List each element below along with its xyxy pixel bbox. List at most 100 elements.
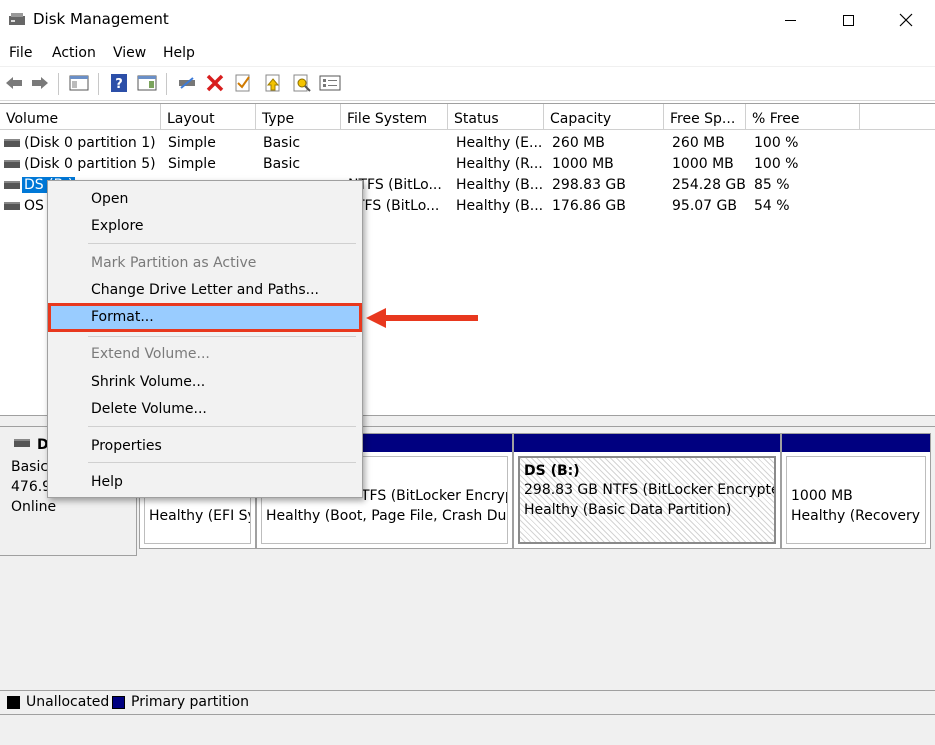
cell-capacity: 1000 MB bbox=[552, 156, 614, 172]
menu-help[interactable]: Help bbox=[163, 45, 195, 61]
cell-volume: (Disk 0 partition 5) bbox=[24, 156, 156, 172]
partition-recovery[interactable]: 1000 MB Healthy (Recovery P bbox=[781, 433, 931, 549]
maximize-button[interactable] bbox=[819, 0, 877, 40]
back-button[interactable] bbox=[3, 72, 25, 94]
legend: Unallocated Primary partition bbox=[0, 690, 935, 715]
close-icon bbox=[899, 13, 913, 27]
partition-filesystem: TFS (BitLocker Encrypte bbox=[361, 488, 507, 504]
context-menu-change-drive-letter[interactable]: Change Drive Letter and Paths... bbox=[48, 277, 362, 304]
context-menu-properties[interactable]: Properties bbox=[48, 433, 362, 460]
check-button[interactable] bbox=[232, 72, 254, 94]
minimize-button[interactable] bbox=[761, 0, 819, 40]
column-header-status[interactable]: Status bbox=[448, 104, 544, 130]
cell-capacity: 176.86 GB bbox=[552, 198, 626, 214]
disk-state: Online bbox=[11, 499, 57, 515]
title-bar: Disk Management bbox=[0, 0, 935, 40]
cell-free-space: 95.07 GB bbox=[672, 198, 737, 214]
window-title: Disk Management bbox=[33, 10, 169, 28]
delete-button[interactable] bbox=[204, 72, 226, 94]
help-button[interactable]: ? bbox=[108, 72, 130, 94]
cell-volume: OS bbox=[24, 198, 44, 214]
column-header-volume[interactable]: Volume bbox=[0, 104, 161, 130]
disk-management-icon bbox=[9, 13, 25, 25]
action-pane-button[interactable] bbox=[136, 72, 158, 94]
volume-icon bbox=[4, 181, 20, 189]
cell-percent-free: 100 % bbox=[754, 156, 799, 172]
toolbar-separator bbox=[58, 73, 59, 95]
properties-button[interactable] bbox=[319, 72, 341, 94]
partition-filesystem: 298.83 GB NTFS (BitLocker Encrypted) bbox=[524, 482, 776, 498]
cell-layout: Simple bbox=[168, 135, 216, 151]
status-bar bbox=[0, 715, 935, 745]
partition-type-bar bbox=[514, 434, 780, 452]
context-menu-separator bbox=[88, 462, 356, 463]
legend-swatch-primary bbox=[112, 696, 125, 709]
partition-size: 1000 MB bbox=[791, 488, 853, 504]
partition-status: Healthy (EFI Sy bbox=[149, 508, 251, 524]
column-header-percent-free[interactable]: % Free bbox=[746, 104, 860, 130]
table-row[interactable]: (Disk 0 partition 5) Simple Basic Health… bbox=[0, 154, 935, 175]
context-menu-explore[interactable]: Explore bbox=[48, 213, 362, 240]
cell-file-system: TFS (BitLo... bbox=[356, 198, 440, 214]
toolbar: ? bbox=[0, 67, 935, 101]
forward-button[interactable] bbox=[29, 72, 51, 94]
partition-ds[interactable]: DS (B:) 298.83 GB NTFS (BitLocker Encryp… bbox=[513, 433, 781, 549]
partition-name: DS (B:) bbox=[524, 463, 580, 479]
cell-status: Healthy (B... bbox=[456, 198, 544, 214]
context-menu-separator bbox=[88, 426, 356, 427]
connect-button[interactable] bbox=[176, 72, 198, 94]
column-header-file-system[interactable]: File System bbox=[341, 104, 448, 130]
cell-volume: (Disk 0 partition 1) bbox=[24, 135, 156, 151]
minimize-icon bbox=[784, 19, 796, 21]
partition-type-bar bbox=[782, 434, 930, 452]
column-header-free-space[interactable]: Free Sp... bbox=[664, 104, 746, 130]
context-menu-shrink-volume[interactable]: Shrink Volume... bbox=[48, 369, 362, 396]
cell-free-space: 1000 MB bbox=[672, 156, 734, 172]
menu-file[interactable]: File bbox=[9, 45, 32, 61]
menu-action[interactable]: Action bbox=[52, 45, 96, 61]
context-menu-help[interactable]: Help bbox=[48, 469, 362, 496]
partition-body-selected: DS (B:) 298.83 GB NTFS (BitLocker Encryp… bbox=[518, 456, 776, 544]
toolbar-separator bbox=[166, 73, 167, 95]
legend-swatch-unallocated bbox=[7, 696, 20, 709]
check-icon bbox=[235, 74, 250, 92]
forward-arrow-icon bbox=[32, 77, 48, 89]
cell-percent-free: 54 % bbox=[754, 198, 790, 214]
back-arrow-icon bbox=[6, 77, 22, 89]
partition-status: Healthy (Boot, Page File, Crash Dum bbox=[266, 508, 508, 524]
legend-label-unallocated: Unallocated bbox=[26, 694, 110, 710]
maximize-icon bbox=[842, 14, 854, 26]
context-menu-format[interactable]: Format... bbox=[48, 303, 362, 332]
column-header-blank bbox=[860, 104, 935, 130]
context-menu-delete-volume[interactable]: Delete Volume... bbox=[48, 396, 362, 423]
cell-free-space: 260 MB bbox=[672, 135, 725, 151]
column-header-type[interactable]: Type bbox=[256, 104, 341, 130]
delete-icon bbox=[206, 74, 224, 92]
connect-icon bbox=[179, 77, 195, 89]
close-button[interactable] bbox=[877, 0, 935, 40]
partition-status: Healthy (Basic Data Partition) bbox=[524, 502, 732, 518]
volume-icon bbox=[4, 160, 20, 168]
up-button[interactable] bbox=[262, 72, 284, 94]
svg-text:?: ? bbox=[115, 77, 123, 92]
cell-free-space: 254.28 GB bbox=[672, 177, 746, 193]
context-menu-separator bbox=[88, 336, 356, 337]
disk-type: Basic bbox=[11, 459, 49, 475]
toolbar-separator bbox=[98, 73, 99, 95]
cell-percent-free: 100 % bbox=[754, 135, 799, 151]
column-header-capacity[interactable]: Capacity bbox=[544, 104, 664, 130]
cell-status: Healthy (B... bbox=[456, 177, 544, 193]
context-menu-open[interactable]: Open bbox=[48, 186, 362, 213]
cell-percent-free: 85 % bbox=[754, 177, 790, 193]
show-tree-button[interactable] bbox=[68, 72, 90, 94]
search-icon bbox=[293, 74, 311, 92]
menu-bar: File Action View Help bbox=[0, 40, 935, 67]
cell-capacity: 260 MB bbox=[552, 135, 605, 151]
column-header-layout[interactable]: Layout bbox=[161, 104, 256, 130]
search-button[interactable] bbox=[291, 72, 313, 94]
table-row[interactable]: (Disk 0 partition 1) Simple Basic Health… bbox=[0, 133, 935, 154]
menu-view[interactable]: View bbox=[113, 45, 146, 61]
console-tree-icon bbox=[69, 75, 89, 91]
volume-icon bbox=[4, 202, 20, 210]
properties-icon bbox=[319, 75, 341, 91]
